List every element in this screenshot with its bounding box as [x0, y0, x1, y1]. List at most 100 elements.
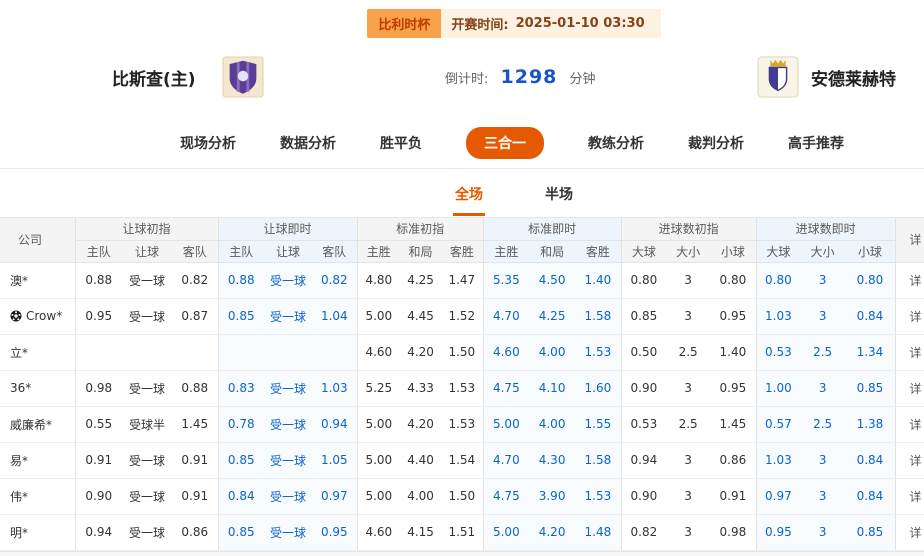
odds-cell-standard-live: 4.70: [483, 442, 529, 478]
odds-cell-handicap-initial: 0.86: [172, 514, 218, 550]
odds-cell-goals-live: 3: [800, 298, 845, 334]
odds-cell-standard-initial: 4.60: [357, 334, 400, 370]
odds-cell-goals-initial: 3: [666, 478, 710, 514]
start-time-value: 2025-01-10 03:30: [516, 16, 645, 31]
company-cell[interactable]: 36*: [0, 370, 75, 406]
column-header-handicap-initial-2: 让球: [122, 240, 172, 262]
detail-link[interactable]: 详: [895, 442, 924, 478]
odds-cell-goals-live: 2.5: [800, 406, 845, 442]
odds-cell-standard-initial: 4.45: [400, 298, 441, 334]
teams-header: 比斯查(主) 倒计时: 1298 分钟 安德莱赫特: [0, 37, 924, 117]
odds-cell-handicap-live: [312, 334, 357, 370]
company-name: 易*: [10, 454, 28, 468]
odds-cell-standard-live: 1.53: [575, 334, 621, 370]
company-cell[interactable]: 伟*: [0, 478, 75, 514]
odds-cell-handicap-live: 受一球: [264, 370, 312, 406]
odds-cell-handicap-initial: 1.45: [172, 406, 218, 442]
column-header-standard-initial-1: 主胜: [357, 240, 400, 262]
column-header-goals-initial-3: 小球: [710, 240, 756, 262]
odds-row: 伟*0.90受一球0.910.84受一球0.975.004.001.504.75…: [0, 478, 924, 514]
odds-cell-standard-live: 1.58: [575, 442, 621, 478]
nav-tab-referee-analysis[interactable]: 裁判分析: [688, 133, 744, 153]
odds-cell-standard-initial: 5.00: [357, 298, 400, 334]
odds-cell-standard-initial: 1.51: [441, 514, 483, 550]
odds-cell-goals-initial: 0.82: [621, 514, 666, 550]
odds-cell-standard-live: 4.20: [529, 514, 575, 550]
odds-cell-goals-live: 2.5: [800, 334, 845, 370]
odds-cell-standard-initial: 5.00: [357, 406, 400, 442]
odds-cell-goals-initial: 1.40: [710, 334, 756, 370]
odds-cell-handicap-live: 0.88: [218, 262, 264, 298]
odds-cell-goals-live: 1.34: [845, 334, 895, 370]
company-cell[interactable]: Crow*: [0, 298, 75, 334]
column-group-handicap-initial: 让球初指: [75, 218, 218, 240]
odds-cell-handicap-initial: 0.94: [75, 514, 122, 550]
countdown-unit: 分钟: [570, 72, 596, 87]
nav-tab-live-analysis[interactable]: 现场分析: [180, 133, 236, 153]
odds-cell-standard-live: 5.35: [483, 262, 529, 298]
odds-cell-goals-initial: 0.53: [621, 406, 666, 442]
company-cell[interactable]: 澳*: [0, 262, 75, 298]
detail-link[interactable]: 详: [895, 406, 924, 442]
odds-cell-standard-initial: 1.53: [441, 406, 483, 442]
countdown-value: 1298: [501, 66, 558, 88]
odds-cell-handicap-live: 0.78: [218, 406, 264, 442]
odds-cell-standard-initial: 5.00: [357, 478, 400, 514]
nav-tab-win-draw-loss[interactable]: 胜平负: [380, 133, 422, 153]
detail-link[interactable]: 详: [895, 514, 924, 550]
detail-link[interactable]: 详: [895, 298, 924, 334]
company-cell[interactable]: 威廉希*: [0, 406, 75, 442]
odds-cell-standard-live: 4.25: [529, 298, 575, 334]
subtab-full-match[interactable]: 全场: [453, 171, 485, 216]
column-header-standard-live-3: 客胜: [575, 240, 621, 262]
detail-link[interactable]: 详: [895, 478, 924, 514]
odds-cell-goals-initial: 3: [666, 514, 710, 550]
company-cell[interactable]: 易*: [0, 442, 75, 478]
odds-table-wrap: 公司让球初指让球即时标准初指标准即时进球数初指进球数即时详主队让球客队主队让球客…: [0, 217, 924, 551]
odds-cell-standard-live: 4.30: [529, 442, 575, 478]
nav-tab-data-analysis[interactable]: 数据分析: [280, 133, 336, 153]
nav-tab-three-in-one[interactable]: 三合一: [466, 127, 544, 159]
odds-cell-goals-live: 3: [800, 514, 845, 550]
odds-cell-standard-initial: 1.47: [441, 262, 483, 298]
column-header-handicap-live-2: 让球: [264, 240, 312, 262]
odds-row: 立*4.604.201.504.604.001.530.502.51.400.5…: [0, 334, 924, 370]
odds-cell-handicap-initial: 0.91: [75, 442, 122, 478]
odds-cell-standard-live: 4.50: [529, 262, 575, 298]
odds-cell-standard-live: 4.10: [529, 370, 575, 406]
odds-cell-standard-initial: 4.33: [400, 370, 441, 406]
odds-cell-standard-initial: 4.20: [400, 334, 441, 370]
odds-cell-goals-live: 0.80: [845, 262, 895, 298]
nav-tab-expert-picks[interactable]: 高手推荐: [788, 133, 844, 153]
odds-cell-standard-live: 1.58: [575, 298, 621, 334]
nav-tab-coach-analysis[interactable]: 教练分析: [588, 133, 644, 153]
odds-cell-handicap-live: 受一球: [264, 406, 312, 442]
odds-cell-handicap-initial: 受一球: [122, 478, 172, 514]
odds-cell-standard-live: 1.48: [575, 514, 621, 550]
odds-cell-standard-live: 1.53: [575, 478, 621, 514]
column-header-standard-initial-3: 客胜: [441, 240, 483, 262]
column-header-standard-initial-2: 和局: [400, 240, 441, 262]
column-header-goals-live-1: 大球: [756, 240, 800, 262]
column-header-detail: 详: [895, 218, 924, 262]
odds-cell-goals-live: 0.80: [756, 262, 800, 298]
odds-cell-handicap-initial: 0.91: [172, 442, 218, 478]
company-cell[interactable]: 立*: [0, 334, 75, 370]
detail-link[interactable]: 详: [895, 370, 924, 406]
column-group-handicap-live: 让球即时: [218, 218, 357, 240]
odds-cell-handicap-initial: [75, 334, 122, 370]
subtab-half-match[interactable]: 半场: [543, 171, 575, 216]
odds-cell-handicap-initial: 0.90: [75, 478, 122, 514]
odds-cell-handicap-initial: 0.82: [172, 262, 218, 298]
league-badge: 比利时杯: [367, 9, 441, 38]
odds-cell-standard-initial: 4.20: [400, 406, 441, 442]
odds-cell-handicap-initial: 受一球: [122, 370, 172, 406]
odds-cell-goals-initial: 0.80: [710, 262, 756, 298]
start-time-label: 开赛时间:: [451, 14, 508, 33]
detail-link[interactable]: 详: [895, 262, 924, 298]
company-cell[interactable]: 明*: [0, 514, 75, 550]
odds-cell-standard-live: 5.00: [483, 406, 529, 442]
odds-cell-goals-live: 3: [800, 370, 845, 406]
detail-link[interactable]: 详: [895, 334, 924, 370]
column-group-standard-initial: 标准初指: [357, 218, 483, 240]
